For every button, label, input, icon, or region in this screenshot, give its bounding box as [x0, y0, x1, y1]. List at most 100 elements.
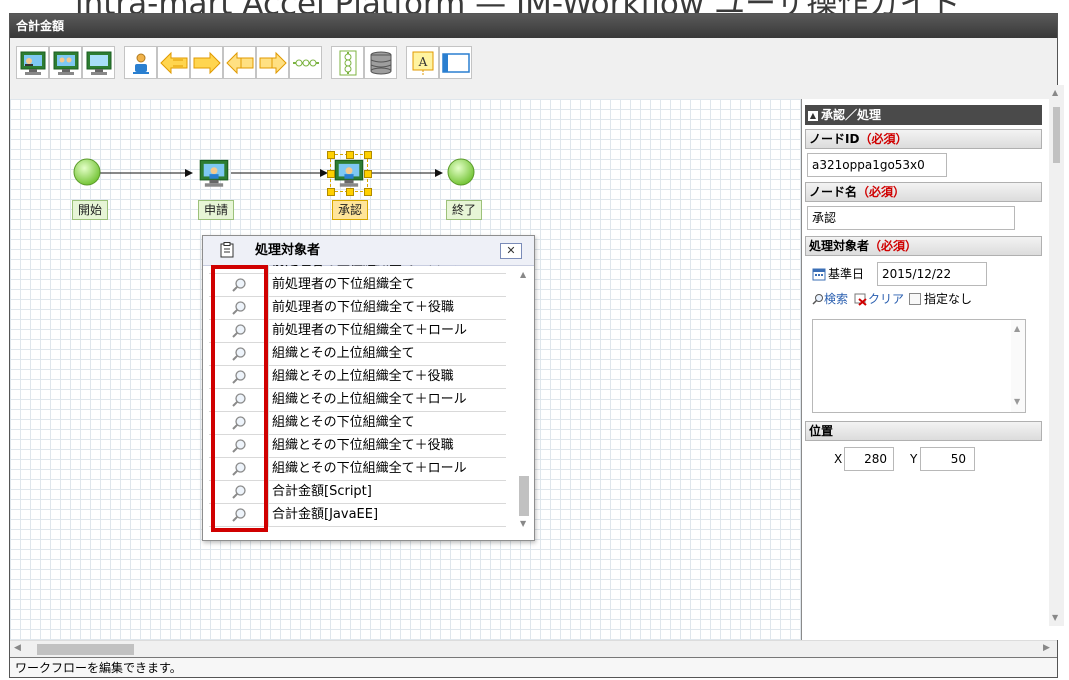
properties-panel: ▲ 承認／処理 ノードID（必須） a321oppa1go53x0 ノード名（必須… [801, 99, 1058, 640]
vertical-scroll-thumb[interactable] [1053, 107, 1060, 163]
dialog-scrollbar[interactable]: ▲ ▼ [517, 270, 531, 530]
scroll-up-icon[interactable]: ▲ [1014, 324, 1020, 333]
branch-start-node-button[interactable] [157, 46, 190, 79]
required-mark: （必須） [859, 132, 908, 146]
text-node-button[interactable]: A [406, 46, 439, 79]
properties-header-text: 承認／処理 [821, 108, 882, 122]
monitor-persons-icon [53, 51, 78, 75]
list-item-label: 組織とその下位組織全て＋役職 [272, 438, 454, 453]
search-link[interactable]: 検索 [812, 290, 848, 308]
position-section: 位置 [805, 421, 1042, 441]
search-icon [812, 294, 823, 305]
scroll-up-icon[interactable]: ▲ [1052, 88, 1058, 97]
properties-header: ▲ 承認／処理 [805, 105, 1042, 125]
apply-node[interactable] [198, 157, 230, 193]
none-checkbox-group[interactable]: 指定なし [909, 290, 972, 308]
scroll-up-icon[interactable]: ▲ [520, 270, 526, 279]
branch-end-node-button[interactable] [190, 46, 223, 79]
monitor-person-icon [334, 159, 364, 187]
vertical-scrollbar[interactable]: ▲ ▼ [1049, 85, 1064, 626]
calendar-icon[interactable] [812, 267, 826, 281]
list-item-label: 合計金額[JavaEE] [272, 507, 379, 522]
doc-banner: intra-mart Accel Platform — IM-Workflow … [0, 0, 1069, 13]
start-node[interactable] [72, 157, 102, 191]
scroll-down-icon[interactable]: ▼ [1014, 397, 1020, 406]
split-end-icon [259, 51, 287, 74]
scroll-down-icon[interactable]: ▼ [1052, 613, 1058, 622]
node-name-label: ノード名 [809, 185, 858, 199]
monitor-icon [86, 51, 111, 75]
system-node-button[interactable] [82, 46, 115, 79]
x-label: X [834, 452, 843, 466]
none-label: 指定なし [924, 292, 973, 306]
split-start-node-button[interactable] [223, 46, 256, 79]
resize-handle[interactable] [364, 151, 372, 159]
branch-end-icon [193, 51, 221, 74]
frame-node-button[interactable] [439, 46, 472, 79]
target-list-scrollbar[interactable]: ▲ ▼ [1011, 320, 1025, 412]
approve-node[interactable] [327, 151, 372, 196]
none-checkbox[interactable] [909, 293, 922, 305]
scroll-left-icon[interactable]: ◀ [14, 643, 21, 653]
dialog-close-button[interactable]: ✕ [500, 243, 522, 259]
clear-link[interactable]: クリア [854, 290, 904, 308]
vertical-line-node-button[interactable] [331, 46, 364, 79]
frame-icon [441, 52, 470, 73]
list-item-label: 組織とその下位組織全て＋ロール [272, 461, 467, 476]
list-item-label: 組織とその上位組織全て＋役職 [272, 369, 454, 384]
resize-handle[interactable] [346, 188, 354, 196]
clipboard-icon [220, 242, 234, 258]
split-start-icon [225, 51, 253, 74]
process-node-button[interactable] [16, 46, 49, 79]
user-node-button[interactable] [124, 46, 157, 79]
node-id-label: ノードID [809, 132, 860, 146]
base-date-field[interactable]: 2015/12/22 [877, 262, 987, 286]
resize-handle[interactable] [346, 151, 354, 159]
resize-handle[interactable] [364, 170, 372, 178]
node-toolbar: A [10, 38, 1057, 100]
end-node[interactable] [446, 157, 476, 191]
collapse-icon[interactable]: ▲ [808, 110, 818, 121]
highlight-box [211, 265, 268, 532]
y-label: Y [910, 452, 918, 466]
list-item-label: 組織とその上位組織全て＋ロール [272, 392, 467, 407]
list-item-label: 組織とその上位組織全て [272, 346, 415, 361]
dialog-title: 処理対象者 [255, 243, 321, 258]
horizontal-line-node-button[interactable] [289, 46, 322, 79]
scroll-down-icon[interactable]: ▼ [520, 519, 526, 528]
y-position-field[interactable]: 50 [920, 447, 975, 471]
base-date-label: 基準日 [828, 267, 865, 281]
x-position-field[interactable]: 280 [844, 447, 894, 471]
list-item-label: 前処理者の下位組織全て＋ロール [272, 323, 468, 338]
split-end-node-button[interactable] [256, 46, 289, 79]
search-label: 検索 [824, 292, 849, 306]
list-item-label: 前処理者の下位組織全て＋役職 [272, 300, 455, 315]
end-circle-icon [447, 158, 475, 186]
list-item-label: 合計金額[Script] [272, 484, 372, 499]
dialog-scroll-thumb[interactable] [519, 476, 529, 516]
resize-handle[interactable] [364, 188, 372, 196]
node-name-section: ノード名（必須） [805, 182, 1042, 202]
scroll-right-icon[interactable]: ▶ [1043, 643, 1050, 653]
branch-start-icon [159, 51, 187, 74]
node-name-field[interactable]: 承認 [807, 206, 1015, 230]
list-item-label: 組織とその下位組織全て [272, 415, 415, 430]
target-list-box[interactable]: ▲ ▼ [812, 319, 1026, 413]
start-circle-icon [73, 158, 101, 186]
monitor-person-icon [20, 51, 45, 75]
database-node-button[interactable] [364, 46, 397, 79]
resize-handle[interactable] [327, 151, 335, 159]
resize-handle[interactable] [327, 170, 335, 178]
database-icon [370, 51, 391, 74]
window-title: 合計金額 [10, 14, 1057, 38]
required-mark: （必須） [869, 239, 918, 253]
node-id-field[interactable]: a321oppa1go53x0 [807, 153, 947, 177]
target-section: 処理対象者（必須） [805, 236, 1042, 256]
text-a-icon: A [412, 51, 433, 75]
start-node-label: 開始 [72, 200, 109, 220]
horizontal-scrollbar[interactable]: ◀ ▶ [10, 640, 1057, 658]
resize-handle[interactable] [327, 188, 335, 196]
multi-process-node-button[interactable] [49, 46, 82, 79]
horizontal-scroll-thumb[interactable] [37, 644, 134, 655]
clear-label: クリア [868, 292, 905, 306]
